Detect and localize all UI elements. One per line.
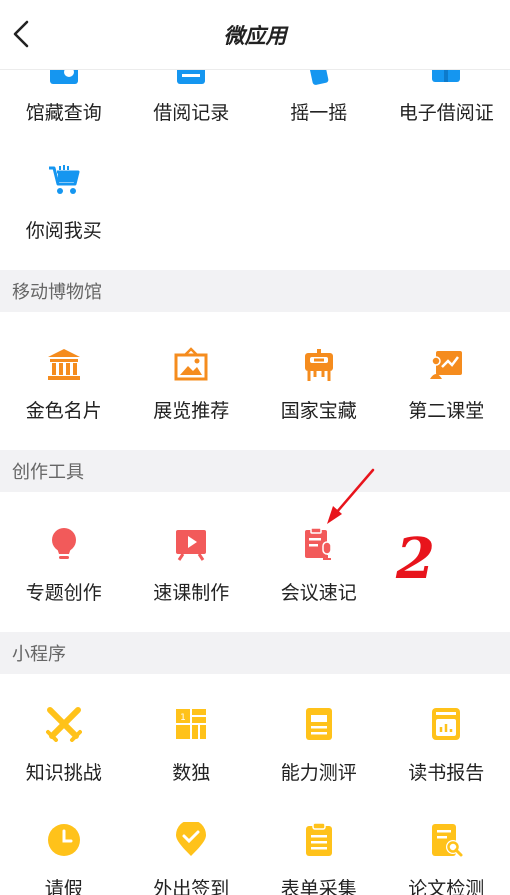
app-label: 论文检测 [408,878,485,895]
app-knowledge-challenge[interactable]: 知识挑战 [0,674,128,802]
app-label: 会议速记 [280,582,357,604]
page-title: 微应用 [223,23,287,48]
meeting-notes-icon [304,527,332,560]
assessment-document-icon [305,708,332,740]
app-label: 速课制作 [153,582,230,604]
section-header-miniapps: 小程序 [0,632,510,674]
section-title: 移动博物馆 [12,282,102,303]
clock-icon [47,824,80,856]
app-label: 电子借阅证 [398,102,494,124]
app-label: 摇一摇 [290,102,348,124]
app-book-report[interactable]: 读书报告 [383,674,510,802]
clipboard-form-icon [305,822,332,856]
app-second-classroom[interactable]: 第二课堂 [383,312,510,450]
app-label: 读书报告 [408,762,485,784]
top-nav-bar: 微应用 [0,0,510,70]
section-title: 创作工具 [12,462,84,483]
app-label: 借阅记录 [153,102,230,124]
library-row-2: 你阅我买 [0,144,510,270]
museum-building-icon [47,349,80,380]
app-label: 展览推荐 [153,400,230,422]
app-label: 金色名片 [25,400,102,422]
app-leave-request[interactable]: 请假 [0,802,128,895]
app-label: 数独 [172,762,211,784]
app-meeting-notes[interactable]: 会议速记 [255,492,383,632]
lightbulb-icon [51,528,76,559]
app-read-i-buy[interactable]: 你阅我买 [0,144,128,270]
second-classroom-icon [430,351,463,379]
app-label: 外出签到 [153,878,230,895]
app-national-treasure[interactable]: 国家宝藏 [255,312,383,450]
tools-row: 专题创作 速课制作 会议速记 [0,492,510,632]
app-label: 知识挑战 [25,762,102,784]
empty-cell [383,492,510,632]
app-label: 国家宝藏 [280,400,357,422]
app-sudoku[interactable]: 1 数独 [128,674,256,802]
section-header-tools: 创作工具 [0,450,510,492]
app-exhibition[interactable]: 展览推荐 [128,312,256,450]
book-report-icon [432,708,461,740]
museum-row: 金色名片 展览推荐 国家宝藏 第二课堂 [0,312,510,450]
app-label: 表单采集 [280,878,357,895]
national-treasure-icon [304,349,333,381]
app-label: 第二课堂 [408,400,485,422]
location-checkin-icon [176,822,207,856]
shopping-cart-icon [48,165,80,194]
crossed-swords-icon [45,707,82,742]
app-label: 请假 [44,878,83,895]
app-label: 馆藏查询 [25,102,102,124]
section-title: 小程序 [12,644,66,665]
sudoku-grid-icon: 1 [176,709,207,739]
app-form-collection[interactable]: 表单采集 [255,802,383,895]
exhibition-frame-icon [174,347,208,381]
app-quick-course[interactable]: 速课制作 [128,492,256,632]
app-paper-check[interactable]: 论文检测 [383,802,510,895]
section-header-museum: 移动博物馆 [0,270,510,312]
app-label: 能力测评 [280,762,357,784]
svg-text:1: 1 [180,713,186,723]
app-label: 专题创作 [25,582,102,604]
miniapps-row-1: 知识挑战 1 数独 能力测评 读书报告 [0,674,510,802]
video-play-icon [176,530,207,561]
paper-check-icon [432,824,463,857]
app-topic-creation[interactable]: 专题创作 [0,492,128,632]
app-label: 你阅我买 [25,220,102,242]
app-ability-assessment[interactable]: 能力测评 [255,674,383,802]
app-checkin[interactable]: 外出签到 [128,802,256,895]
miniapps-row-2: 请假 外出签到 表单采集 论文检测 [0,802,510,895]
app-golden-card[interactable]: 金色名片 [0,312,128,450]
